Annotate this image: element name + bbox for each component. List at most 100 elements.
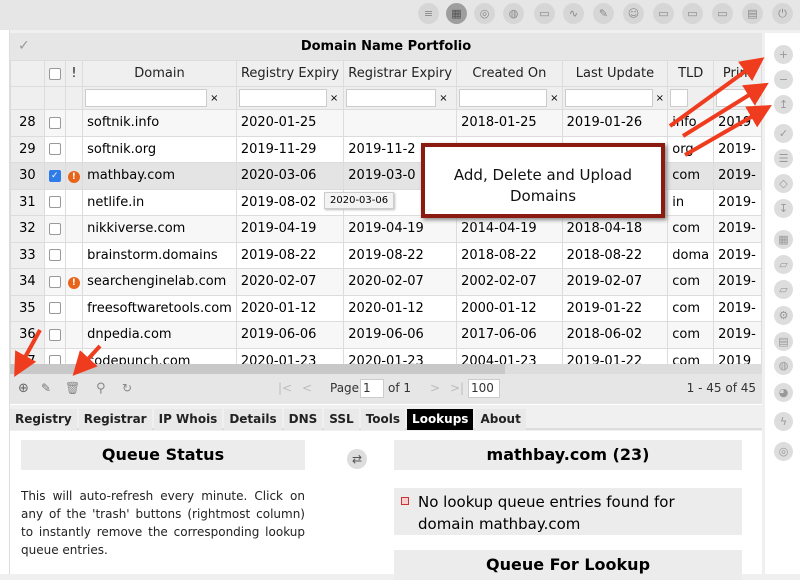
cell-tld: com [667, 294, 715, 322]
gear-icon[interactable]: ⚙ [774, 306, 793, 325]
page-size-input[interactable]: 100 [468, 379, 500, 398]
edit-icon[interactable]: ✎ [41, 381, 51, 395]
horizontal-scrollbar[interactable] [10, 364, 762, 374]
lightning-icon[interactable]: ϟ [774, 412, 793, 431]
cell-updated: 2019-01-26 [561, 109, 669, 137]
globe-icon[interactable]: ◍ [503, 3, 524, 24]
power-icon[interactable]: ⏻ [772, 3, 793, 24]
cell-domain: softnik.org [82, 135, 237, 163]
table-row[interactable]: 28 softnik.info 2020-01-25 2018-01-25 2019-0… [10, 109, 762, 137]
globe-settings-icon[interactable]: ◍ [774, 356, 793, 375]
table-add-icon[interactable]: ▦ [774, 230, 793, 249]
column-header[interactable]: Last Update [561, 60, 669, 87]
upload-icon[interactable]: ↥ [774, 95, 793, 114]
registrar-expiry-filter[interactable]: × [343, 86, 458, 110]
tab-registrar[interactable]: Registrar [78, 409, 152, 430]
folder-edit-icon[interactable]: ▱ [774, 280, 793, 299]
checkmark-icon[interactable]: ✓ [18, 33, 30, 60]
cell-reg: 2019-06-06 [235, 321, 345, 349]
download-icon[interactable]: ↧ [774, 199, 793, 218]
table-row[interactable]: 35 freesoftwaretools.com 2020-01-12 2020-01… [10, 294, 762, 322]
add-icon[interactable]: + [774, 45, 793, 64]
row-checkbox[interactable] [48, 143, 61, 156]
created-on-filter[interactable]: × [456, 86, 563, 110]
first-page-icon[interactable]: |< [278, 381, 292, 395]
tab-ip-whois[interactable]: IP Whois [153, 409, 223, 430]
cell-domain: nikkiverse.com [82, 215, 237, 243]
menu-icon[interactable]: ≡ [418, 3, 439, 24]
list-icon[interactable]: ☰ [774, 149, 793, 168]
right-sidebar: + − ↥ ✓ ☰ ◇ ↧ ▦ ▱ ▱ ⚙ ▤ ◍ ◕ ϟ ◎ [765, 33, 800, 574]
tab-details[interactable]: Details [224, 409, 282, 430]
row-checkbox[interactable] [48, 249, 61, 262]
tag-icon[interactable]: ◇ [774, 174, 793, 193]
remove-icon[interactable]: − [774, 70, 793, 89]
filter-row: × × × × × [10, 86, 762, 110]
row-checkbox[interactable] [48, 222, 61, 235]
dashboard-icon[interactable]: ▦ [446, 3, 467, 24]
tab-registry[interactable]: Registry [10, 409, 77, 430]
column-header[interactable]: Domain [82, 60, 237, 87]
table-row[interactable]: 34! searchenginelab.com 2020-02-07 2020-02-… [10, 268, 762, 296]
cell-updated: 2019-01-22 [561, 294, 669, 322]
monitor-2-icon[interactable]: ▭ [682, 3, 703, 24]
last-update-filter[interactable]: × [561, 86, 669, 110]
monitor-3-icon[interactable]: ▭ [712, 3, 733, 24]
select-all-checkbox[interactable] [48, 67, 61, 80]
column-header[interactable]: Prim [713, 60, 762, 87]
row-checkbox[interactable] [48, 328, 61, 341]
table-row[interactable]: 33 brainstorm.domains 2019-08-22 2019-08-22… [10, 241, 762, 269]
palette-icon[interactable]: ◕ [774, 383, 793, 402]
trash-icon[interactable]: 🗑 [65, 381, 80, 395]
check-icon[interactable]: ✓ [774, 124, 793, 143]
column-header[interactable] [43, 60, 66, 87]
prim-filter[interactable] [713, 86, 762, 110]
row-checkbox[interactable]: ✓ [48, 169, 61, 182]
column-header[interactable]: ! [64, 60, 84, 87]
table-row[interactable]: 32 nikkiverse.com 2019-04-19 2019-04-19 2014… [10, 215, 762, 243]
tab-dns[interactable]: DNS [283, 409, 323, 430]
registry-expiry-filter[interactable]: × [235, 86, 345, 110]
pencil-icon[interactable]: ✎ [593, 3, 614, 24]
row-checkbox[interactable] [48, 302, 61, 315]
next-page-icon[interactable]: > [430, 381, 440, 395]
page-input[interactable]: 1 [360, 379, 384, 398]
last-page-icon[interactable]: >| [450, 381, 464, 395]
tab-lookups[interactable]: Lookups [407, 409, 474, 430]
user-network-icon[interactable]: ☺ [623, 3, 644, 24]
row-checkbox[interactable] [48, 275, 61, 288]
refresh-queue-icon[interactable]: ⇄ [347, 449, 367, 469]
folder-check-icon[interactable]: ▱ [774, 255, 793, 274]
scrollbar-thumb[interactable] [10, 364, 505, 374]
monitor-network-icon[interactable]: ▭ [534, 3, 555, 24]
tab-tools[interactable]: Tools [360, 409, 406, 430]
column-header[interactable]: Registry Expiry [235, 60, 345, 87]
cell-created: 2018-08-22 [456, 241, 563, 269]
queue-status-text: This will auto-refresh every minute. Cli… [21, 489, 305, 557]
add-icon[interactable]: ⊕ [18, 381, 29, 396]
row-checkbox[interactable] [48, 196, 61, 209]
row-checkbox[interactable] [48, 116, 61, 129]
tab-ssl[interactable]: SSL [324, 409, 359, 430]
spreadsheet-icon[interactable]: ▤ [742, 3, 763, 24]
cell-prim: 2019- [713, 268, 762, 296]
date-tooltip: 2020-03-06 [324, 192, 395, 209]
table-edit-icon[interactable]: ▤ [774, 332, 793, 351]
globe-search-icon[interactable]: ◎ [474, 3, 495, 24]
domain-filter[interactable]: × [82, 86, 237, 110]
refresh-icon[interactable]: ↻ [122, 381, 132, 395]
cell-reg: 2019-11-29 [235, 135, 345, 163]
tab-about[interactable]: About [475, 409, 526, 430]
column-header[interactable] [10, 60, 45, 87]
monitor-1-icon[interactable]: ▭ [653, 3, 674, 24]
column-header[interactable]: Created On [456, 60, 563, 87]
prev-page-icon[interactable]: < [302, 381, 312, 395]
search-icon[interactable]: ⚲ [96, 381, 106, 396]
lifebuoy-icon[interactable]: ◎ [774, 442, 793, 461]
cell-rar [343, 109, 458, 137]
column-header[interactable]: Registrar Expiry [343, 60, 458, 87]
column-header[interactable]: TLD [667, 60, 715, 87]
chart-line-icon[interactable]: ∿ [563, 3, 584, 24]
tld-filter[interactable] [667, 86, 715, 110]
table-row[interactable]: 36 dnpedia.com 2019-06-06 2019-06-06 2017-06… [10, 321, 762, 349]
